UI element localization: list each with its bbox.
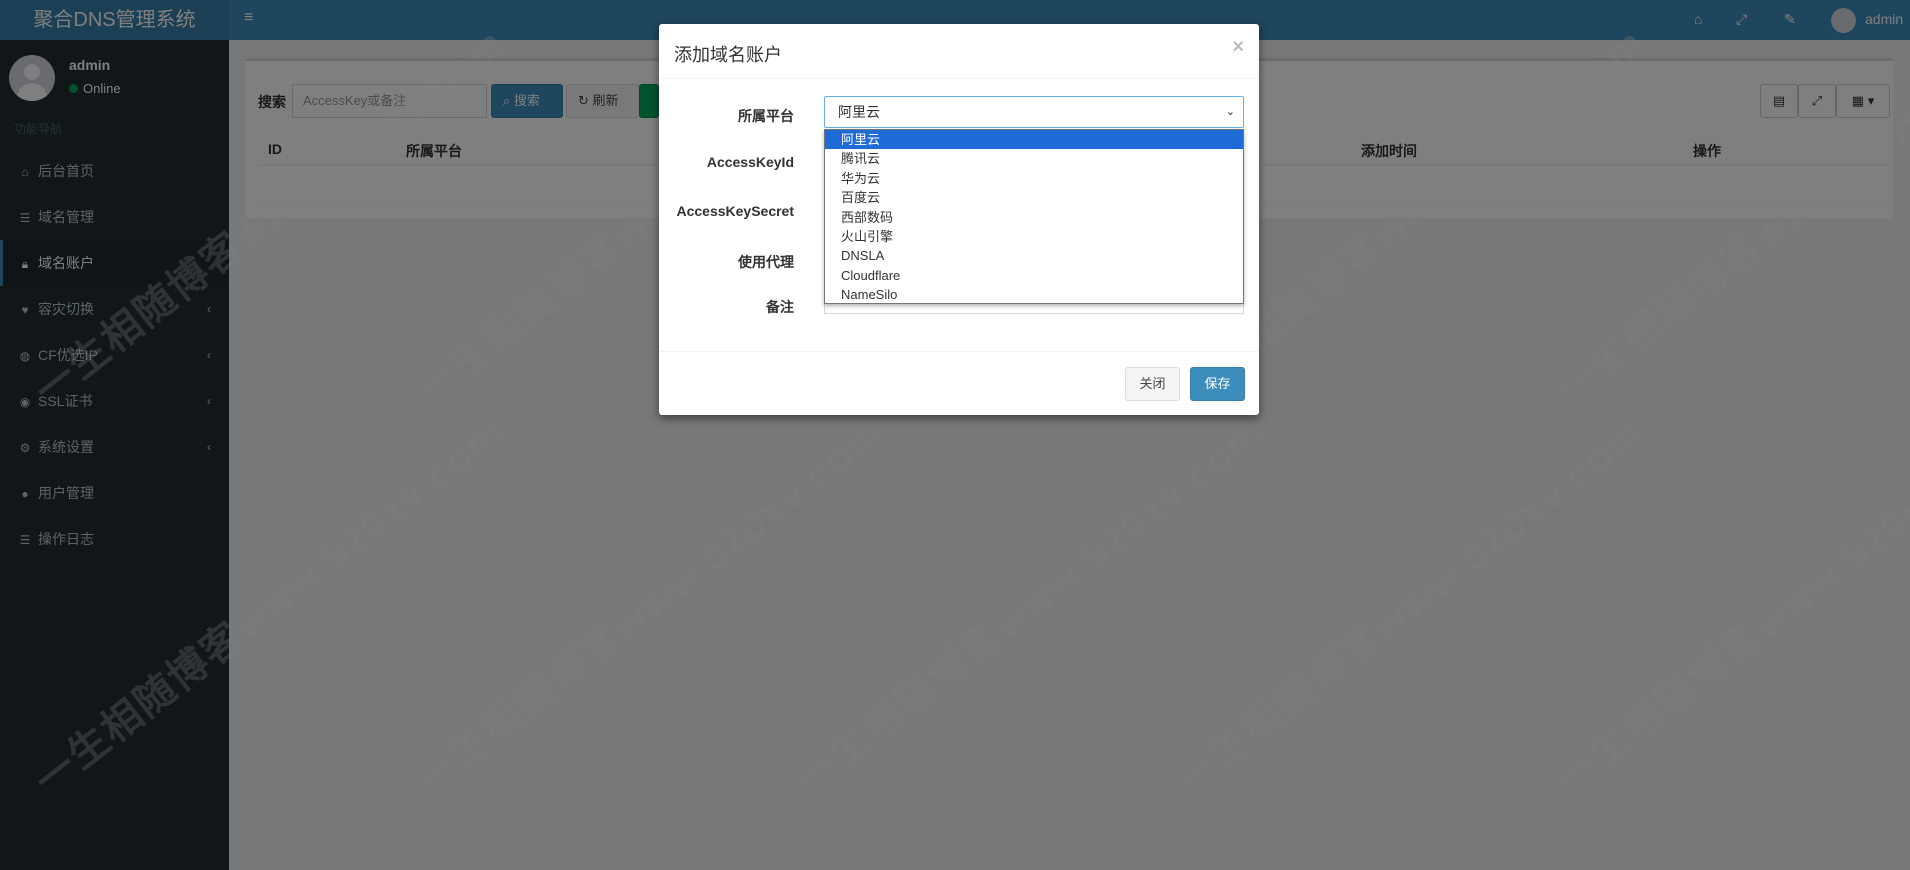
access-key-secret-label: AccessKeySecret	[676, 203, 794, 219]
platform-option[interactable]: 阿里云	[825, 130, 1243, 150]
access-key-id-label: AccessKeyId	[706, 154, 794, 170]
save-button[interactable]: 保存	[1190, 367, 1245, 401]
proxy-label: 使用代理	[738, 254, 794, 270]
platform-option[interactable]: 华为云	[825, 169, 1243, 188]
platform-label: 所属平台	[738, 108, 794, 124]
remark-label: 备注	[766, 299, 794, 315]
modal-title: 添加域名账户	[674, 45, 782, 65]
close-button[interactable]: 关闭	[1125, 367, 1180, 401]
platform-option[interactable]: 火山引擎	[825, 227, 1243, 246]
platform-option[interactable]: NameSilo	[825, 285, 1243, 304]
platform-select-value: 阿里云	[838, 104, 880, 120]
platform-option[interactable]: 西部数码	[825, 208, 1243, 227]
platform-option[interactable]: Cloudflare	[825, 266, 1243, 285]
modal-header: 添加域名账户 ×	[659, 24, 1259, 79]
chevron-down-icon: ⌄	[1225, 106, 1235, 118]
platform-option[interactable]: DNSLA	[825, 246, 1243, 265]
platform-select[interactable]: 阿里云 ⌄	[824, 96, 1244, 128]
platform-option[interactable]: 腾讯云	[825, 149, 1243, 168]
platform-dropdown-list: 阿里云 腾讯云 华为云 百度云 西部数码 火山引擎 DNSLA Cloudfla…	[824, 129, 1244, 304]
close-icon[interactable]: ×	[1232, 36, 1244, 59]
platform-option[interactable]: 百度云	[825, 188, 1243, 207]
